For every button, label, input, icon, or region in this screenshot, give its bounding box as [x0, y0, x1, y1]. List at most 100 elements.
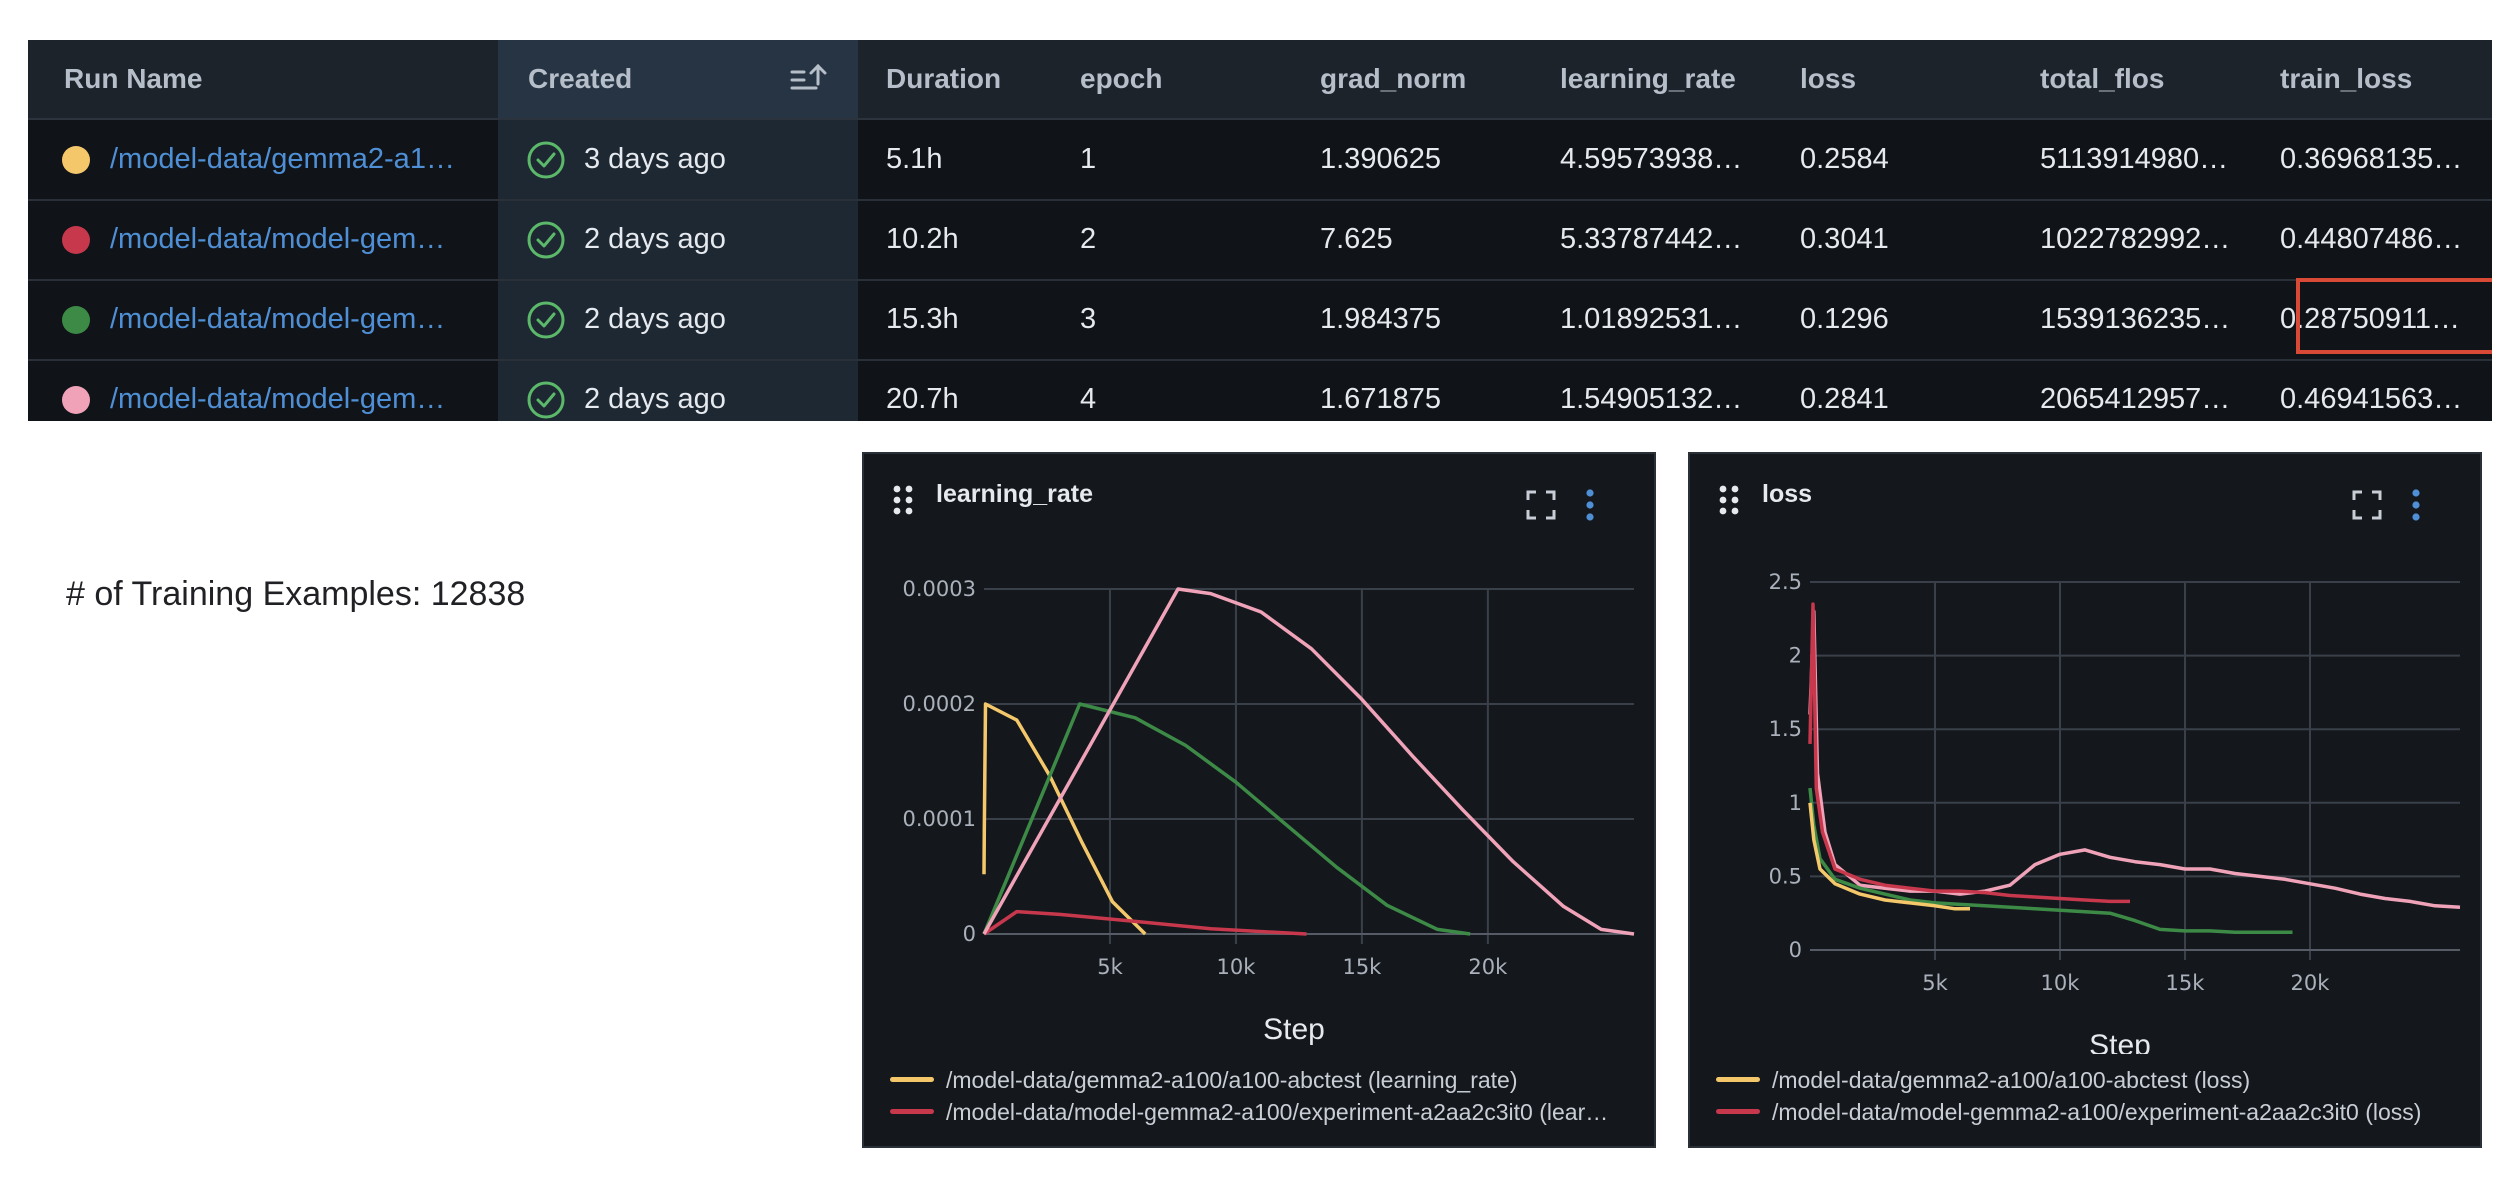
run-name-link[interactable]: /model-data/model-gemm… — [110, 280, 468, 359]
y-tick-label: 2 — [1789, 644, 1802, 668]
cell-loss: 0.3041 — [1800, 223, 1889, 255]
cell-grad-norm: 7.625 — [1320, 223, 1393, 255]
cell-created: 2 days ago — [584, 303, 726, 335]
cell-total-flos: 2065412957… — [2040, 383, 2231, 415]
x-tick-label: 20k — [2291, 971, 2331, 995]
legend-swatch — [1716, 1077, 1760, 1082]
x-tick-label: 5k — [1097, 955, 1123, 979]
runs-table: Run Name Created Duration epoch grad_nor… — [28, 40, 2492, 421]
cell-duration: 20.7h — [886, 383, 959, 415]
y-tick-label: 1 — [1789, 791, 1802, 815]
chart-panel-loss: 0 0.5 1 1.5 2 2.5 5k 10k 15k 20k Step loss /model-… — [1688, 452, 2482, 1148]
run-name-link[interactable]: /model-data/gemma2-a10… — [110, 120, 468, 199]
cell-grad-norm: 1.390625 — [1320, 143, 1441, 175]
chart-panel-learning-rate: 0 0.0001 0.0002 0.0003 5k 10k 15k 20k Step learn… — [862, 452, 1656, 1148]
series-line — [1808, 602, 2130, 904]
column-header-loss[interactable]: loss — [1800, 40, 1856, 118]
drag-handle-icon[interactable] — [892, 484, 914, 516]
run-color-dot[interactable] — [62, 386, 90, 414]
column-header-learning-rate[interactable]: learning_rate — [1560, 40, 1736, 118]
run-color-dot[interactable] — [62, 146, 90, 174]
table-row[interactable]: /model-data/model-gemm… 2 days ago 20.7h 4 1… — [28, 360, 2492, 421]
cell-duration: 15.3h — [886, 303, 959, 335]
cell-loss: 0.1296 — [1800, 303, 1889, 335]
learning-rate-chart: 0 0.0001 0.0002 0.0003 5k 10k 15k 20k Step — [903, 577, 1635, 1046]
table-row[interactable]: /model-data/model-gemm… 2 days ago 15.3h 3 1… — [28, 280, 2492, 361]
table-row[interactable]: /model-data/gemma2-a10… 3 days ago 5.1h 1 1.… — [28, 120, 2492, 201]
cell-created: 2 days ago — [584, 223, 726, 255]
x-tick-label: 10k — [1216, 955, 1256, 979]
drag-handle-icon[interactable] — [1718, 484, 1740, 516]
cell-grad-norm: 1.984375 — [1320, 303, 1441, 335]
cell-learning-rate: 1.01892531… — [1560, 303, 1743, 335]
series-line — [982, 587, 1635, 936]
x-tick-label: 20k — [1468, 955, 1508, 979]
x-tick-label: 10k — [2041, 971, 2081, 995]
y-tick-label: 0.0002 — [903, 692, 976, 716]
more-vert-icon[interactable] — [1584, 488, 1596, 522]
fullscreen-icon[interactable] — [1526, 490, 1556, 520]
panel-title: learning_rate — [936, 480, 1094, 508]
x-tick-label: 15k — [2166, 971, 2206, 995]
check-circle-icon — [527, 301, 565, 339]
highlight-box — [2296, 278, 2492, 354]
column-header-run-name[interactable]: Run Name — [64, 40, 202, 118]
legend-label: /model-data/gemma2-a100/a100-abctest (lo… — [1772, 1067, 2251, 1093]
cell-total-flos: 1539136235… — [2040, 303, 2231, 335]
x-tick-label: 15k — [1342, 955, 1382, 979]
series-line — [1808, 787, 2293, 935]
cell-train-loss: 0.44807486… — [2280, 223, 2463, 255]
panel-title: loss — [1762, 480, 1813, 508]
y-tick-label: 0 — [1789, 938, 1802, 962]
column-header-epoch[interactable]: epoch — [1080, 40, 1162, 118]
column-header-duration[interactable]: Duration — [886, 40, 1001, 118]
column-header-grad-norm[interactable]: grad_norm — [1320, 40, 1466, 118]
series-line — [983, 909, 1307, 936]
cell-grad-norm: 1.671875 — [1320, 383, 1441, 415]
run-name-link[interactable]: /model-data/model-gemm… — [110, 200, 468, 279]
y-tick-label: 0.0003 — [903, 577, 976, 601]
training-examples-note: # of Training Examples: 12838 — [66, 575, 526, 613]
cell-train-loss: 0.46941563… — [2280, 383, 2463, 415]
cell-loss: 0.2841 — [1800, 383, 1889, 415]
y-tick-label: 2.5 — [1769, 570, 1802, 594]
cell-epoch: 4 — [1080, 383, 1097, 415]
cell-learning-rate: 1.54905132… — [1560, 383, 1743, 415]
cell-epoch: 3 — [1080, 303, 1097, 335]
x-tick-label: 5k — [1922, 971, 1948, 995]
run-color-dot[interactable] — [62, 226, 90, 254]
run-color-dot[interactable] — [62, 306, 90, 334]
run-name-link[interactable]: /model-data/model-gemm… — [110, 360, 468, 421]
check-circle-icon — [527, 381, 565, 419]
cell-duration: 5.1h — [886, 143, 943, 175]
column-header-train-loss[interactable]: train_loss — [2280, 40, 2412, 118]
cell-epoch: 1 — [1080, 143, 1097, 175]
cell-total-flos: 1022782992… — [2040, 223, 2231, 255]
cell-loss: 0.2584 — [1800, 143, 1889, 175]
column-header-created[interactable]: Created — [528, 40, 632, 118]
fullscreen-icon[interactable] — [2352, 490, 2382, 520]
legend-swatch — [890, 1109, 934, 1114]
legend-label: /model-data/gemma2-a100/a100-abctest (le… — [946, 1067, 1518, 1093]
more-vert-icon[interactable] — [2410, 488, 2422, 522]
cell-created: 3 days ago — [584, 143, 726, 175]
legend-swatch — [1716, 1109, 1760, 1114]
cell-duration: 10.2h — [886, 223, 959, 255]
cell-learning-rate: 5.33787442… — [1560, 223, 1743, 255]
cell-created: 2 days ago — [584, 383, 726, 415]
x-axis-title: Step — [2089, 1029, 2151, 1054]
check-circle-icon — [527, 141, 565, 179]
x-axis-title: Step — [1263, 1013, 1325, 1046]
cell-train-loss: 0.36968135… — [2280, 143, 2463, 175]
legend-label: /model-data/model-gemma2-a100/experiment… — [1772, 1099, 2422, 1125]
y-tick-label: 0 — [963, 922, 976, 946]
legend-swatch — [890, 1077, 934, 1082]
sort-ascending-icon[interactable] — [790, 62, 828, 96]
column-header-total-flos[interactable]: total_flos — [2040, 40, 2164, 118]
y-tick-label: 0.5 — [1769, 864, 1802, 888]
check-circle-icon — [527, 221, 565, 259]
y-tick-label: 0.0001 — [903, 807, 976, 831]
loss-chart: 0 0.5 1 1.5 2 2.5 5k 10k 15k 20k Step — [1769, 570, 2461, 1054]
table-row[interactable]: /model-data/model-gemm… 2 days ago 10.2h 2 7… — [28, 200, 2492, 281]
cell-total-flos: 5113914980… — [2040, 143, 2229, 175]
